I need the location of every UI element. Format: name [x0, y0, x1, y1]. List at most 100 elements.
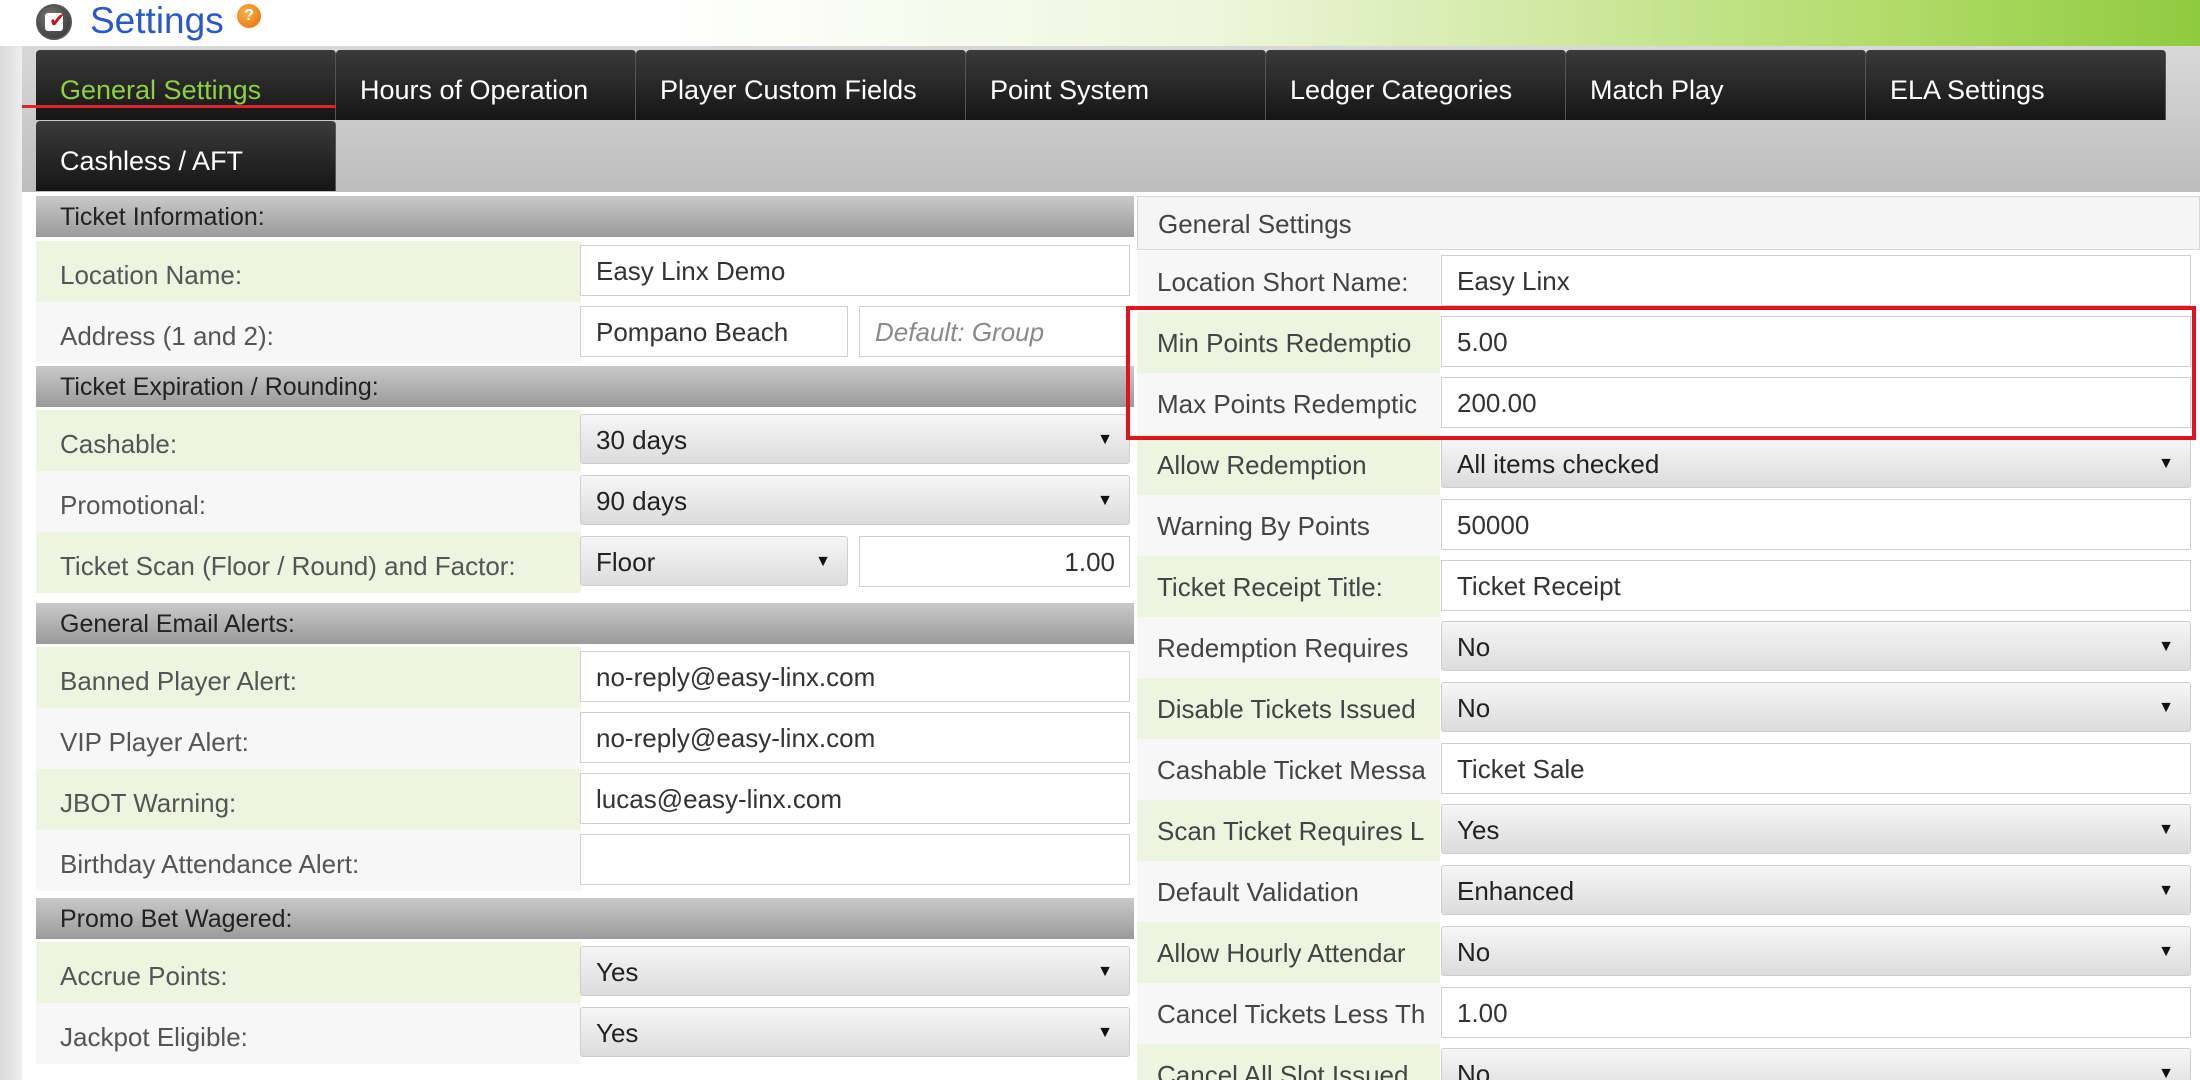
chevron-down-icon: ▼	[2158, 455, 2174, 472]
right-row-select[interactable]: No ▼	[1441, 1048, 2191, 1080]
row-ticket-scan: Ticket Scan (Floor / Round) and Factor: …	[36, 532, 1134, 593]
header-bar: ✔ Settings ?	[0, 0, 2200, 46]
right-row-label: Location Short Name:	[1137, 251, 1440, 312]
right-row-select[interactable]: No ▼	[1441, 926, 2191, 976]
right-row-select-value: No	[1457, 632, 1491, 662]
right-row-label: Redemption Requires	[1137, 617, 1440, 678]
ticket-scan-factor-input[interactable]: 1.00	[859, 536, 1130, 587]
address1-input[interactable]: Pompano Beach	[580, 306, 848, 357]
address2-input[interactable]: Default: Group	[859, 306, 1130, 357]
right-row-input[interactable]: Ticket Receipt	[1441, 560, 2191, 611]
chevron-down-icon: ▼	[2158, 699, 2174, 716]
right-row: Cashable Ticket Messa Ticket Sale	[1137, 739, 2200, 800]
promotional-label: Promotional:	[36, 471, 581, 532]
chevron-down-icon: ▼	[1097, 492, 1113, 509]
right-row: Scan Ticket Requires L Yes ▼	[1137, 800, 2200, 861]
tab-ledger-categories[interactable]: Ledger Categories	[1266, 50, 1566, 120]
cashable-select[interactable]: 30 days ▼	[580, 414, 1130, 464]
address-label: Address (1 and 2):	[36, 302, 581, 363]
tab-point-system[interactable]: Point System	[966, 50, 1266, 120]
jackpot-eligible-value: Yes	[596, 1018, 639, 1048]
right-row-label: Warning By Points	[1137, 495, 1440, 556]
right-row-input[interactable]: 5.00	[1441, 316, 2191, 367]
right-row-select[interactable]: No ▼	[1441, 621, 2191, 671]
right-row-input[interactable]: 50000	[1441, 499, 2191, 550]
row-address: Address (1 and 2): Pompano Beach Default…	[36, 302, 1134, 363]
right-row-select-value: No	[1457, 693, 1491, 723]
right-row-input[interactable]: 1.00	[1441, 987, 2191, 1038]
right-row-select[interactable]: Yes ▼	[1441, 804, 2191, 854]
right-row: Max Points Redemptic 200.00	[1137, 373, 2200, 434]
right-row: Warning By Points 50000	[1137, 495, 2200, 556]
tab-match-play[interactable]: Match Play	[1566, 50, 1866, 120]
accrue-points-select[interactable]: Yes ▼	[580, 946, 1130, 996]
right-row-select[interactable]: No ▼	[1441, 682, 2191, 732]
right-row-label: Cancel Tickets Less Th	[1137, 983, 1440, 1044]
right-row-select-value: Enhanced	[1457, 876, 1575, 906]
right-row-select[interactable]: Enhanced ▼	[1441, 865, 2191, 915]
help-icon[interactable]: ?	[237, 4, 261, 28]
promotional-select[interactable]: 90 days ▼	[580, 475, 1130, 525]
page-title: Settings	[90, 0, 224, 41]
ticket-scan-mode-select[interactable]: Floor ▼	[580, 536, 848, 586]
row-jackpot-eligible: Jackpot Eligible: Yes ▼	[36, 1003, 1134, 1064]
row-banned-player-alert: Banned Player Alert: no-reply@easy-linx.…	[36, 647, 1134, 708]
right-row-select-value: Yes	[1457, 815, 1500, 845]
right-row: Redemption Requires No ▼	[1137, 617, 2200, 678]
right-row-label: Allow Redemption	[1137, 434, 1440, 495]
right-row-input[interactable]: 200.00	[1441, 377, 2191, 428]
chevron-down-icon: ▼	[1097, 1024, 1113, 1041]
right-row-label: Ticket Receipt Title:	[1137, 556, 1440, 617]
chevron-down-icon: ▼	[2158, 1065, 2174, 1080]
right-row-input[interactable]: Easy Linx	[1441, 255, 2191, 306]
location-name-label: Location Name:	[36, 241, 581, 302]
right-row-label: Scan Ticket Requires L	[1137, 800, 1440, 861]
accrue-points-value: Yes	[596, 957, 639, 987]
jbot-warning-input[interactable]: lucas@easy-linx.com	[580, 773, 1130, 824]
tab-general-settings[interactable]: General Settings	[36, 50, 336, 120]
right-row-label: Cancel All Slot Issued	[1137, 1044, 1440, 1080]
right-row: Cancel All Slot Issued No ▼	[1137, 1044, 2200, 1080]
location-name-input[interactable]: Easy Linx Demo	[580, 245, 1130, 296]
right-row-select-value: No	[1457, 937, 1491, 967]
row-vip-player-alert: VIP Player Alert: no-reply@easy-linx.com	[36, 708, 1134, 769]
section-promo-bet-wagered: Promo Bet Wagered:	[36, 898, 1134, 939]
right-row-label: Max Points Redemptic	[1137, 373, 1440, 434]
promotional-value: 90 days	[596, 486, 688, 516]
right-row: Cancel Tickets Less Th 1.00	[1137, 983, 2200, 1044]
birthday-attendance-alert-label: Birthday Attendance Alert:	[36, 830, 581, 891]
right-row-input[interactable]: Ticket Sale	[1441, 743, 2191, 794]
right-row: Allow Hourly Attendar No ▼	[1137, 922, 2200, 983]
section-general-email-alerts: General Email Alerts:	[36, 603, 1134, 644]
app-logo-icon: ✔	[36, 4, 72, 40]
accrue-points-label: Accrue Points:	[36, 942, 581, 1003]
right-row: Min Points Redemptio 5.00	[1137, 312, 2200, 373]
right-row: Default Validation Enhanced ▼	[1137, 861, 2200, 922]
cashable-value: 30 days	[596, 425, 688, 455]
section-ticket-information: Ticket Information:	[36, 196, 1134, 237]
chevron-down-icon: ▼	[1097, 431, 1113, 448]
right-row-select-value: All items checked	[1457, 449, 1660, 479]
tab-hours-of-operation[interactable]: Hours of Operation	[336, 50, 636, 120]
jackpot-eligible-select[interactable]: Yes ▼	[580, 1007, 1130, 1057]
right-row-select[interactable]: All items checked ▼	[1441, 438, 2191, 488]
tab-ela-settings[interactable]: ELA Settings	[1866, 50, 2166, 120]
right-row-label: Disable Tickets Issued	[1137, 678, 1440, 739]
chevron-down-icon: ▼	[815, 553, 831, 570]
birthday-attendance-alert-input[interactable]	[580, 834, 1130, 885]
right-row-label: Cashable Ticket Messa	[1137, 739, 1440, 800]
ticket-scan-mode-value: Floor	[596, 547, 656, 577]
tab-cashless-aft[interactable]: Cashless / AFT	[36, 121, 336, 191]
banned-player-alert-input[interactable]: no-reply@easy-linx.com	[580, 651, 1130, 702]
chevron-down-icon: ▼	[1097, 963, 1113, 980]
row-promotional: Promotional: 90 days ▼	[36, 471, 1134, 532]
right-row-select-value: No	[1457, 1059, 1491, 1080]
vip-player-alert-input[interactable]: no-reply@easy-linx.com	[580, 712, 1130, 763]
jackpot-eligible-label: Jackpot Eligible:	[36, 1003, 581, 1064]
active-tab-underline	[22, 105, 336, 108]
right-row: Allow Redemption All items checked ▼	[1137, 434, 2200, 495]
left-edge-bar	[0, 0, 22, 1080]
right-row: Disable Tickets Issued No ▼	[1137, 678, 2200, 739]
chevron-down-icon: ▼	[2158, 638, 2174, 655]
tab-player-custom-fields[interactable]: Player Custom Fields	[636, 50, 966, 120]
